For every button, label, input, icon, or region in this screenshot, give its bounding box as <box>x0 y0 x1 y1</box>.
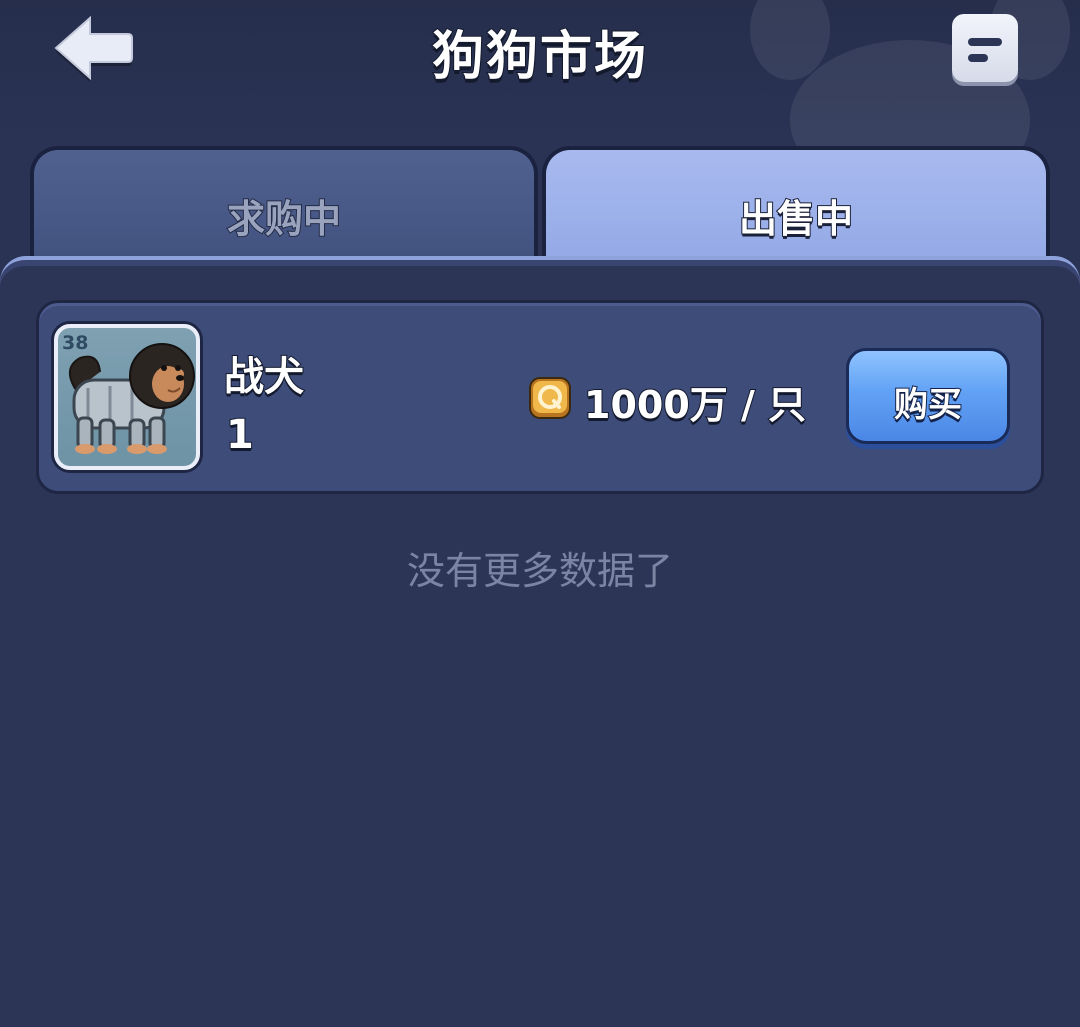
buy-button[interactable]: 购买 <box>846 348 1010 444</box>
dog-level: 38 <box>62 332 89 354</box>
menu-icon-bar-bottom <box>968 54 988 62</box>
tab-buying-label: 求购中 <box>226 196 342 242</box>
tab-buying[interactable]: 求购中 <box>30 146 538 270</box>
dog-market-screen: 狗狗市场 求购中 出售中 38 战犬 1 1000万 / 只 购买 没有更多数据… <box>0 0 1080 1027</box>
dog-name: 战犬 <box>223 353 305 401</box>
dog-count: 1 <box>225 411 255 459</box>
buy-button-label: 购买 <box>893 384 963 426</box>
q-coin-icon <box>529 377 571 419</box>
no-more-data-hint: 没有更多数据了 <box>406 549 673 593</box>
tab-selling-label: 出售中 <box>738 196 854 242</box>
tab-selling[interactable]: 出售中 <box>542 146 1050 270</box>
menu-icon-bar-top <box>968 38 1002 46</box>
price-per-unit: 1000万 / 只 <box>583 382 807 428</box>
menu-button[interactable] <box>952 14 1018 82</box>
page-title: 狗狗市场 <box>431 26 648 88</box>
